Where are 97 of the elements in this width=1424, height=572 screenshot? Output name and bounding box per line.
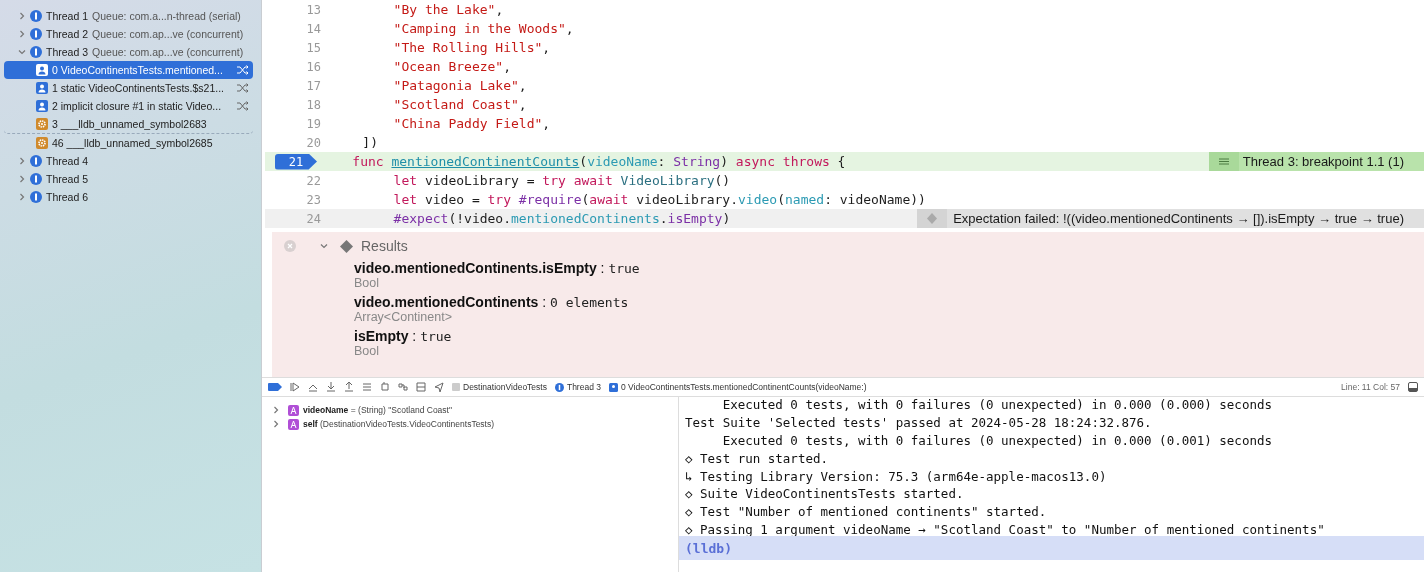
- code-line: let video = try #require(await videoLibrary.video(named: videoName)): [392, 192, 927, 207]
- disclosure-chevron-icon[interactable]: [18, 157, 26, 165]
- line-number: 14: [305, 21, 322, 36]
- line-number: 23: [305, 192, 322, 207]
- thread-label[interactable]: Thread 5: [46, 173, 89, 185]
- disclosure-chevron-icon[interactable]: [18, 30, 26, 38]
- menu-lines-icon[interactable]: [1208, 152, 1239, 171]
- thread-label[interactable]: Thread 2: [46, 28, 89, 40]
- disclosure-chevron-icon[interactable]: [320, 242, 328, 250]
- panel-toggle-icon[interactable]: [1408, 382, 1418, 392]
- code-line: "The Rolling Hills",: [392, 40, 552, 55]
- breadcrumb[interactable]: 0 VideoContinentsTests.mentionedContinentCounts(videoName:): [609, 382, 867, 392]
- breadcrumb[interactable]: Thread 3: [554, 382, 601, 392]
- result-type: Array<Continent>: [354, 310, 453, 324]
- stack-frame[interactable]: 3 ___lldb_unnamed_symbol2683: [4, 115, 253, 134]
- current-line-badge[interactable]: 21: [275, 153, 317, 170]
- code-line: "By the Lake",: [392, 2, 505, 17]
- console-line: ◇ Test "Number of mentioned continents" started.: [685, 504, 1048, 522]
- console-line: ◇ Test run started.: [685, 450, 829, 468]
- results-title: Results: [361, 238, 408, 254]
- thread-icon: [30, 10, 42, 22]
- step-over-icon[interactable]: [308, 382, 318, 392]
- line-number: 18: [305, 97, 322, 112]
- disclosure-chevron-icon[interactable]: [18, 175, 26, 183]
- result-type: Bool: [354, 344, 381, 358]
- queue-label: Queue: com.a...n-thread (serial): [92, 10, 241, 22]
- disclosure-chevron-icon[interactable]: [18, 48, 26, 56]
- thread-label[interactable]: Thread 1: [46, 10, 89, 22]
- thread-icon: [30, 155, 42, 167]
- disclosure-chevron-icon[interactable]: [18, 193, 26, 201]
- console-line: Executed 0 tests, with 0 failures (0 unexpected) in 0.000 (0.001) seconds: [721, 432, 1273, 450]
- code-line: "Ocean Breeze",: [392, 59, 512, 74]
- console-line: Test Suite 'Selected tests' passed at 2024-05-28 18:24:32.876.: [685, 414, 1153, 432]
- package-icon: [452, 383, 460, 391]
- thread-label[interactable]: Thread 6: [46, 191, 89, 203]
- code-line: "Camping in the Woods",: [392, 21, 575, 36]
- person-icon: [36, 82, 48, 94]
- console-line: Executed 0 tests, with 0 failures (0 unexpected) in 0.000 (0.000) seconds: [721, 397, 1273, 414]
- thread-icon: [30, 173, 42, 185]
- person-icon: [36, 100, 48, 112]
- code-line: func mentionedContinentCounts(videoName: String) async throws {: [351, 154, 847, 169]
- stack-frame[interactable]: 0 VideoContinentsTests.mentioned...: [4, 61, 253, 79]
- result-expression: video.mentionedContinents : 0 elements: [354, 294, 630, 310]
- result-expression: isEmpty : true: [354, 328, 453, 344]
- code-line: #expect(!video.mentionedContinents.isEmpty): [392, 211, 732, 226]
- line-number: 19: [305, 116, 322, 131]
- line-number: 16: [305, 59, 322, 74]
- location-icon[interactable]: [434, 382, 444, 392]
- cursor-position: Line: 11 Col: 57: [1341, 382, 1400, 392]
- breakpoints-toggle-icon[interactable]: [268, 383, 282, 391]
- line-number: 13: [305, 2, 322, 17]
- shuffle-icon: [237, 101, 249, 111]
- line-number: 17: [305, 78, 322, 93]
- step-into-icon[interactable]: [326, 382, 336, 392]
- thread-icon: [30, 28, 42, 40]
- console-line: ◇ Passing 1 argument videoName → "Scotland Coast" to "Number of mentioned continents": [685, 522, 1326, 536]
- shuffle-icon: [237, 83, 249, 93]
- stack-frame[interactable]: 46 ___lldb_unnamed_symbol2685: [4, 134, 253, 152]
- code-line: "Patagonia Lake",: [392, 78, 528, 93]
- failure-message: Expectation failed: !((video.mentionedContinents → []).isEmpty → true → true): [953, 211, 1404, 226]
- result-expression: video.mentionedContinents.isEmpty : true: [354, 260, 641, 276]
- variable-entry[interactable]: videoName = (String) "Scotland Coast": [303, 405, 452, 415]
- disclosure-chevron-icon[interactable]: [18, 12, 26, 20]
- variable-icon: [288, 404, 299, 416]
- gear-icon: [36, 137, 48, 149]
- line-number: 24: [305, 211, 322, 226]
- result-type: Bool: [354, 276, 381, 290]
- person-icon: [609, 382, 618, 392]
- line-number: 20: [305, 135, 322, 150]
- console-line: ◇ Suite VideoContinentsTests started.: [685, 486, 965, 504]
- variable-entry[interactable]: self (DestinationVideoTests.VideoContinentsTests): [303, 419, 495, 429]
- gear-icon: [36, 118, 48, 130]
- stack-frame[interactable]: 1 static VideoContinentsTests.$s21...: [4, 79, 253, 97]
- queue-label: Queue: com.ap...ve (concurrent): [92, 46, 244, 58]
- continue-icon[interactable]: [290, 382, 300, 392]
- thread-label[interactable]: Thread 3: [46, 46, 89, 58]
- step-out-icon[interactable]: [344, 382, 354, 392]
- line-number: 15: [305, 40, 322, 55]
- code-line: "Scotland Coast",: [392, 97, 528, 112]
- code-line: ]): [361, 135, 379, 150]
- queue-label: Queue: com.ap...ve (concurrent): [92, 28, 244, 40]
- diamond-icon: [340, 239, 353, 253]
- shuffle-icon: [237, 65, 249, 75]
- breadcrumb[interactable]: DestinationVideoTests: [452, 382, 547, 392]
- thread-icon: [30, 46, 42, 58]
- console-line: ↳ Testing Library Version: 75.3 (arm64e-apple-macos13.0): [685, 468, 1108, 486]
- breakpoint-message: Thread 3: breakpoint 1.1 (1): [1242, 154, 1404, 169]
- thread-icon: [554, 382, 564, 392]
- stack-frame[interactable]: 2 implicit closure #1 in static Video...: [4, 97, 253, 115]
- person-icon: [36, 64, 48, 76]
- code-line: let videoLibrary = try await VideoLibrary(): [392, 173, 732, 188]
- code-line: "China Paddy Field",: [392, 116, 552, 131]
- thread-icon: [30, 191, 42, 203]
- view-hierarchy-icon[interactable]: [362, 382, 372, 392]
- thread-label[interactable]: Thread 4: [46, 155, 89, 167]
- line-number: 22: [305, 173, 322, 188]
- variable-icon: [288, 418, 299, 430]
